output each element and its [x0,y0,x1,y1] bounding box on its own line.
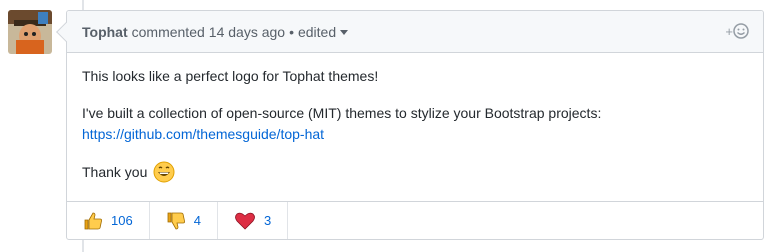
reaction-count-thumbs-down: 4 [193,213,201,228]
thanks-text: Thank you [82,163,148,180]
chevron-down-icon [340,29,349,35]
repo-link[interactable]: https://github.com/themesguide/top-hat [82,126,324,142]
grinning-face-icon [153,161,175,183]
comment-time[interactable]: 14 days ago [209,24,285,40]
separator: • [289,23,294,40]
edited-label: edited [297,23,337,40]
add-reaction-button[interactable]: + [725,23,749,39]
reactions-bar: 106 4 3 [67,201,763,239]
comment-header: Tophat commented 14 days ago • edited + [67,11,763,53]
thumbs-up-icon [84,212,102,229]
thanks-line: Thank you [82,161,748,183]
body-line-2: I've built a collection of open-source (… [82,105,602,121]
edited-dropdown[interactable]: edited [297,23,349,40]
smiley-icon [733,23,749,39]
heart-icon [235,212,255,230]
plus-label: + [725,23,733,39]
reaction-heart[interactable]: 3 [218,202,289,239]
reaction-count-heart: 3 [263,213,272,228]
author-link[interactable]: Tophat [82,24,128,40]
avatar[interactable] [8,10,52,54]
comment-box: Tophat commented 14 days ago • edited + … [56,10,764,240]
comment-action: commented [131,23,205,40]
reaction-thumbs-up[interactable]: 106 [67,202,150,239]
reaction-count-thumbs-up: 106 [111,213,133,228]
thumbs-down-icon [167,212,185,229]
reaction-thumbs-down[interactable]: 4 [150,202,218,239]
body-line-1: This looks like a perfect logo for Topha… [82,68,379,84]
comment-body: This looks like a perfect logo for Topha… [67,53,763,183]
